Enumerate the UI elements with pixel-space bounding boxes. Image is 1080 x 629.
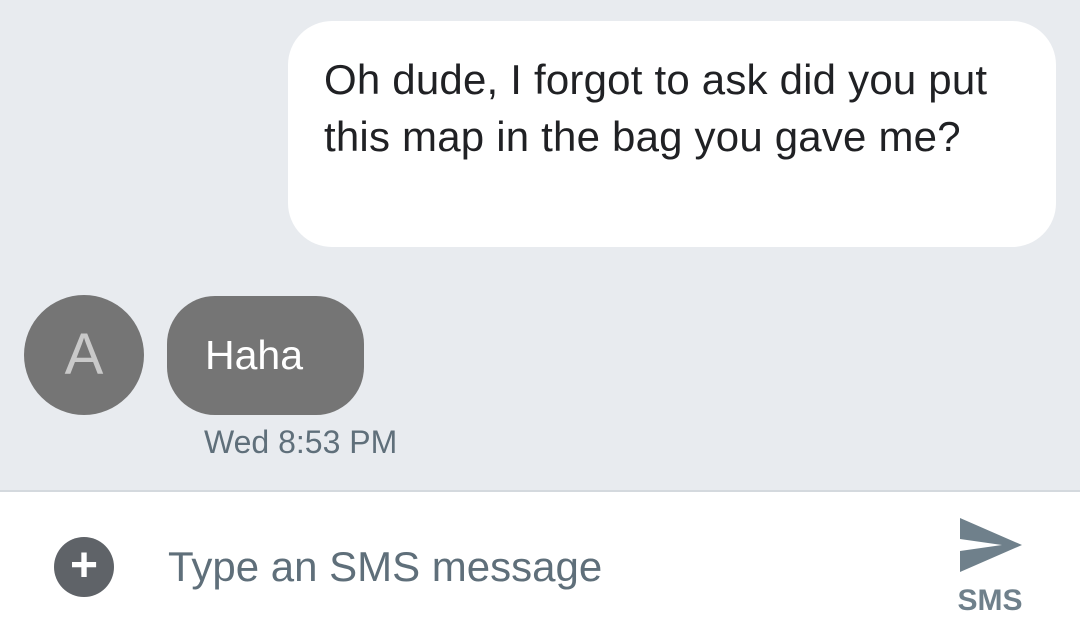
outgoing-message-text: Oh dude, I forgot to ask did you put thi… [324,56,988,160]
send-sms-button[interactable]: SMS [940,512,1040,622]
add-attachment-button[interactable]: + [54,537,114,597]
incoming-message-text: Haha [205,332,304,378]
compose-bar: + SMS [0,490,1080,629]
message-timestamp: Wed 8:53 PM [204,424,398,460]
incoming-message-bubble[interactable]: Haha [167,296,364,415]
plus-icon: + [69,539,99,592]
send-arrow-icon [960,518,1022,572]
contact-avatar[interactable]: A [24,295,144,415]
sms-message-input[interactable] [168,532,908,602]
send-label: SMS [957,584,1023,617]
conversation-view: Oh dude, I forgot to ask did you put thi… [0,0,1080,490]
avatar-letter: A [64,322,104,387]
outgoing-message-bubble[interactable]: Oh dude, I forgot to ask did you put thi… [288,21,1056,247]
